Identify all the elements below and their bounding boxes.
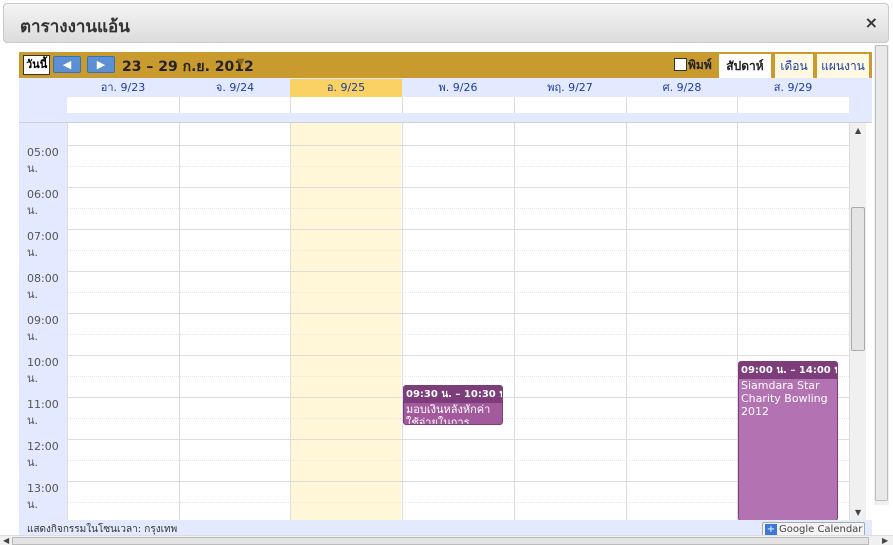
time-label: 12:00 น.: [27, 440, 59, 469]
event-time: 09:00 น. – 14:00 น.: [739, 362, 837, 379]
day-header-sun[interactable]: อา. 9/23: [67, 79, 179, 97]
hour-line: [67, 313, 849, 314]
day-column-line: [402, 123, 403, 520]
time-label: 13:00 น.: [27, 482, 59, 511]
time-label: 09:00 น.: [27, 314, 59, 343]
window-title: ตารางงานแอ้น: [20, 17, 130, 37]
printer-icon: [674, 58, 687, 71]
day-column-line: [179, 123, 180, 520]
tab-month[interactable]: เดือน: [775, 54, 813, 78]
divider: [514, 97, 515, 113]
event-title: มอบเงินหลังหักค่าใช้จ่ายในการประกวด: [406, 403, 491, 425]
next-week-button[interactable]: ▶: [87, 56, 115, 73]
hour-line: [67, 145, 849, 146]
day-header: อา. 9/23 จ. 9/24 อ. 9/25 พ. 9/26 พฤ. 9/2…: [19, 78, 872, 122]
calendar-window: ตารางงานแอ้น × วันนี้ ◀ ▶ 23 – 29 ก.ย. 2…: [0, 0, 893, 545]
half-hour-line: [67, 166, 849, 167]
hour-line: [67, 187, 849, 188]
half-hour-line: [67, 460, 849, 461]
day-column-line: [626, 123, 627, 520]
scroll-up-icon[interactable]: ▲: [855, 126, 861, 135]
tab-week[interactable]: สัปดาห์: [719, 54, 771, 78]
time-label: 07:00 น.: [27, 230, 59, 259]
hour-line: [67, 355, 849, 356]
half-hour-line: [67, 334, 849, 335]
today-button[interactable]: วันนี้: [23, 55, 51, 75]
half-hour-line: [67, 208, 849, 209]
half-hour-line: [67, 250, 849, 251]
divider: [626, 97, 627, 113]
chevron-down-icon[interactable]: ▼: [237, 57, 245, 68]
calendar-footer: แสดงกิจกรรมในโซนเวลา: กรุงเทพ + Google Ca…: [19, 520, 872, 538]
scroll-down-icon[interactable]: ▼: [855, 508, 861, 517]
divider: [402, 97, 403, 113]
scroll-thumb[interactable]: [875, 45, 888, 501]
divider: [290, 97, 291, 113]
prev-week-button[interactable]: ◀: [53, 56, 81, 73]
scroll-thumb[interactable]: [12, 537, 869, 545]
time-label: 08:00 น.: [27, 272, 59, 301]
calendar-event[interactable]: 09:30 น. – 10:30 น. มอบเงินหลังหักค่าใช้…: [403, 385, 503, 425]
tab-agenda[interactable]: แผนงาน: [817, 54, 869, 78]
half-hour-line: [67, 376, 849, 377]
day-header-fri[interactable]: ศ. 9/28: [626, 79, 738, 97]
hour-line: [67, 229, 849, 230]
hour-line: [67, 439, 849, 440]
hour-line: [67, 271, 849, 272]
close-icon[interactable]: ×: [865, 13, 878, 32]
day-header-tue[interactable]: อ. 9/25: [290, 79, 402, 97]
horizontal-scrollbar[interactable]: ◀ ▶: [0, 535, 893, 545]
print-button[interactable]: พิมพ์: [674, 56, 712, 75]
calendar: วันนี้ ◀ ▶ 23 – 29 ก.ย. 2012 ▼ พิมพ์ สัป…: [19, 52, 872, 520]
time-label: 11:00 น.: [27, 398, 59, 427]
print-label: พิมพ์: [688, 58, 712, 72]
half-hour-line: [67, 502, 849, 503]
divider: [179, 97, 180, 113]
time-label: 06:00 น.: [27, 188, 59, 217]
scroll-right-icon[interactable]: ▶: [882, 536, 888, 545]
scroll-left-icon[interactable]: ◀: [3, 536, 9, 545]
title-bar: ตารางงานแอ้น ×: [3, 3, 889, 43]
grid-scrollbar[interactable]: ▲ ▼: [849, 123, 866, 520]
calendar-toolbar: วันนี้ ◀ ▶ 23 – 29 ก.ย. 2012 ▼ พิมพ์ สัป…: [19, 52, 872, 78]
scroll-thumb[interactable]: [851, 207, 865, 351]
day-header-sat[interactable]: ส. 9/29: [737, 79, 849, 97]
event-title: Siamdara Star Charity Bowling 2012: [741, 379, 828, 418]
event-time: 09:30 น. – 10:30 น.: [404, 386, 502, 403]
google-calendar-label: Google Calendar: [779, 524, 863, 535]
hour-line: [67, 481, 849, 482]
day-column-line: [67, 123, 68, 520]
calendar-event[interactable]: 09:00 น. – 14:00 น. Siamdara Star Charit…: [738, 361, 838, 520]
date-range: 23 – 29 ก.ย. 2012: [122, 59, 254, 75]
time-label: 10:00 น.: [27, 356, 59, 385]
divider: [737, 97, 738, 113]
half-hour-line: [67, 292, 849, 293]
time-label: 05:00 น.: [27, 146, 59, 175]
day-header-thu[interactable]: พฤ. 9/27: [514, 79, 626, 97]
day-header-mon[interactable]: จ. 9/24: [179, 79, 291, 97]
day-column-line: [290, 123, 291, 520]
all-day-row[interactable]: [67, 97, 849, 113]
time-grid[interactable]: 05:00 น. 06:00 น. 07:00 น. 08:00 น. 09:0…: [19, 122, 872, 520]
day-header-wed[interactable]: พ. 9/26: [402, 79, 514, 97]
day-column-line: [514, 123, 515, 520]
window-scrollbar[interactable]: [874, 45, 889, 505]
